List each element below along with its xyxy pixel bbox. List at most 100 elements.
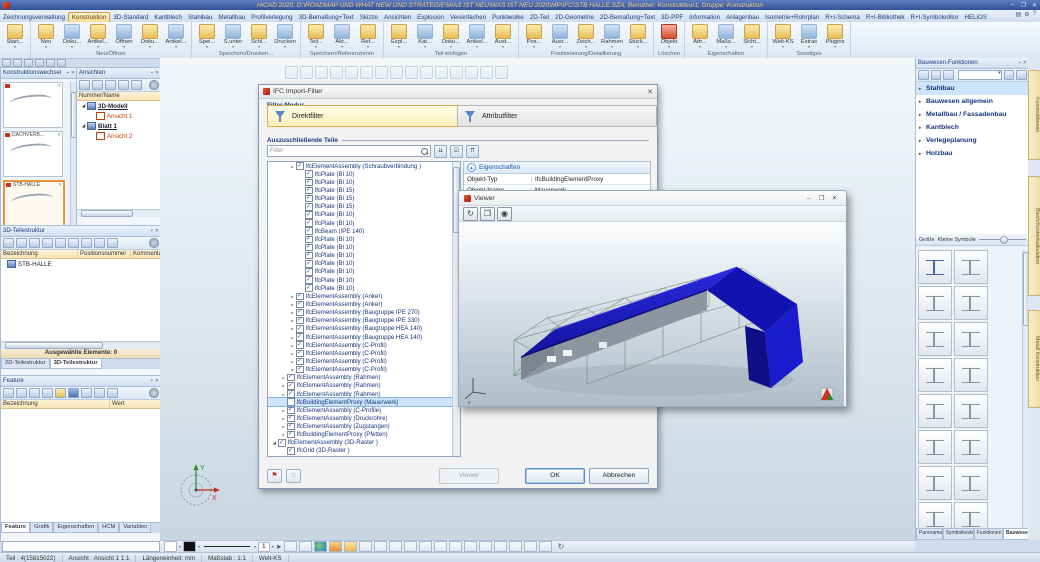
ribbon-tab[interactable]: Zeichnungsverwaltung	[0, 13, 68, 22]
symbol-thumbnail[interactable]	[954, 322, 988, 356]
ribbon-button[interactable]: Sicht...▾	[739, 23, 765, 50]
draw-tool-icon[interactable]	[434, 541, 447, 552]
canvas-tool-icon[interactable]: ∙	[345, 66, 358, 79]
include-checkbox[interactable]	[305, 284, 313, 292]
column-header[interactable]: Kommentar	[131, 250, 161, 258]
direktfilter-button[interactable]: Direktfilter	[267, 105, 465, 127]
canvas-tool-icon[interactable]: ∙	[435, 66, 448, 79]
ribbon-button[interactable]: Artikel...▾	[85, 23, 111, 50]
ifc-tree-item[interactable]: IfcElementAssembly (C-Profil)	[268, 349, 453, 357]
include-checkbox[interactable]	[287, 447, 295, 455]
step-first-icon[interactable]	[3, 388, 14, 398]
symbol-thumbnail[interactable]	[918, 430, 952, 464]
collapse-tree-icon[interactable]: ⇈	[466, 145, 479, 158]
expand-arrow-icon[interactable]	[289, 335, 296, 340]
collapse-all-icon[interactable]	[94, 238, 105, 248]
draw-tool-icon[interactable]	[539, 541, 552, 552]
ribbon-tab[interactable]: Konstruktion	[68, 12, 110, 22]
expand-arrow-icon[interactable]	[271, 440, 278, 445]
ribbon-button[interactable]: S.unter▾	[220, 23, 246, 50]
expand-arrow-icon[interactable]	[289, 343, 296, 348]
ribbon-button[interactable]: Artikel...▾	[163, 23, 189, 50]
draw-tool-icon[interactable]	[404, 541, 417, 552]
ribbon-button[interactable]: Drucken▾	[272, 23, 298, 50]
down-icon[interactable]	[42, 238, 53, 248]
pin-icon[interactable]: ▪	[151, 228, 153, 234]
ifc-tree-item[interactable]: IfcBeam (IPE 140)	[268, 227, 453, 235]
expand-arrow-icon[interactable]	[280, 424, 287, 429]
flag-toggle-icon[interactable]: ⚑	[267, 469, 282, 483]
ribbon-tab[interactable]: HELiOS	[962, 13, 990, 22]
sort-asc-icon[interactable]	[1004, 70, 1015, 80]
ribbon-button[interactable]: Ref...▾	[355, 23, 381, 50]
edge-tab[interactable]: Konstruktionen	[1028, 70, 1040, 160]
function-category[interactable]: Verlegeplanung	[916, 134, 1029, 147]
expand-arrow-icon[interactable]	[289, 359, 296, 364]
include-checkbox[interactable]	[296, 333, 304, 341]
draw-tool-icon[interactable]	[509, 541, 522, 552]
include-checkbox[interactable]	[305, 211, 313, 219]
ribbon-tab[interactable]: 2D-Bemaßung+Text	[597, 13, 658, 22]
close-thumbnail-icon[interactable]: ✕	[57, 83, 61, 89]
view-tree-node[interactable]: 3D-Modell	[77, 101, 161, 111]
draw-tool-icon[interactable]	[299, 541, 312, 552]
close-icon[interactable]: ✕	[1023, 60, 1027, 66]
ribbon-tab[interactable]: Metallbau	[215, 13, 248, 22]
expand-arrow-icon[interactable]	[289, 310, 296, 315]
list-expand-icon[interactable]	[81, 388, 92, 398]
include-checkbox[interactable]	[296, 162, 304, 170]
search-icon[interactable]	[3, 238, 14, 248]
expand-arrow-icon[interactable]	[289, 164, 296, 169]
close-button[interactable]: ✕	[828, 194, 841, 202]
pin-icon[interactable]: ▪	[1019, 60, 1021, 66]
drawing-thumbnail[interactable]: STB-HALLE ✕	[3, 180, 65, 228]
symbol-thumbnail[interactable]	[918, 286, 952, 320]
canvas-tool-icon[interactable]: ∙	[420, 66, 433, 79]
sidebar-tab[interactable]: Panoramas	[916, 529, 943, 540]
expand-arrow-icon[interactable]	[289, 302, 296, 307]
step-last-icon[interactable]	[42, 388, 53, 398]
include-checkbox[interactable]	[287, 431, 295, 439]
ifc-tree-item[interactable]: IfcPlate (Bl 15)	[268, 203, 453, 211]
refresh-icon[interactable]: ↻	[463, 207, 478, 221]
ifc-tree-item[interactable]: IfcBuildingElementProxy (Pfetten)	[268, 431, 453, 439]
symbol-thumbnail[interactable]	[918, 322, 952, 356]
column-header[interactable]: Bezeichnung	[1, 400, 110, 408]
ribbon-button[interactable]: Doku...▾	[137, 23, 163, 50]
ifc-tree-item[interactable]: IfcElementAssembly (Rahmen)	[268, 374, 453, 382]
symbol-thumbnail[interactable]	[918, 394, 952, 428]
ifc-tree-item[interactable]: IfcElementAssembly (Baugruppe IPE 270)	[268, 309, 453, 317]
symbol-thumbnail[interactable]	[954, 286, 988, 320]
canvas-tool-icon[interactable]: ∙	[390, 66, 403, 79]
ifc-tree-item[interactable]: IfcPlate (Bl 10)	[268, 252, 453, 260]
ifc-tree-item[interactable]: IfcGrid (3D-Raster )	[268, 447, 453, 455]
ribbon-button[interactable]: Aust...▾	[490, 23, 516, 50]
include-checkbox[interactable]	[296, 341, 304, 349]
draw-tool-icon[interactable]	[344, 541, 357, 552]
ifc-tree-item[interactable]: IfcElementAssembly (Druckrohre)	[268, 414, 453, 422]
ribbon-tab[interactable]: Isometrie+Rohrplan	[762, 13, 822, 22]
ribbon-button[interactable]: Neu▾	[33, 23, 59, 50]
include-checkbox[interactable]	[296, 301, 304, 309]
include-checkbox[interactable]	[278, 439, 286, 447]
ribbon-button[interactable]: Schl...▾	[246, 23, 272, 50]
expand-arrow-icon[interactable]	[280, 432, 287, 437]
ribbon-tab[interactable]: Anlagenbau	[723, 13, 762, 22]
ifc-tree-item[interactable]: IfcElementAssembly (Anker)	[268, 300, 453, 308]
include-checkbox[interactable]	[296, 350, 304, 358]
ifc-tree-item[interactable]: IfcElementAssembly (C-Profil)	[268, 366, 453, 374]
feature-tab[interactable]: HCM	[98, 523, 119, 533]
viewer-3d-scene[interactable]: x	[459, 222, 844, 406]
canvas-tool-icon[interactable]: ∙	[405, 66, 418, 79]
expand-arrow-icon[interactable]	[289, 318, 296, 323]
function-category[interactable]: Kantblech	[916, 121, 1029, 134]
canvas-tool-icon[interactable]: ∙	[450, 66, 463, 79]
redo-icon[interactable]	[57, 59, 66, 67]
close-icon[interactable]: ✕	[155, 70, 159, 76]
ribbon-button[interactable]: Spei...▾	[194, 23, 220, 50]
ribbon-button[interactable]: Akt...▾	[329, 23, 355, 50]
include-checkbox[interactable]	[305, 236, 313, 244]
ribbon-button[interactable]: Expl...▾	[386, 23, 412, 50]
ribbon-tab[interactable]: 3D-PPF	[658, 13, 686, 22]
draw-tool-icon[interactable]	[389, 541, 402, 552]
